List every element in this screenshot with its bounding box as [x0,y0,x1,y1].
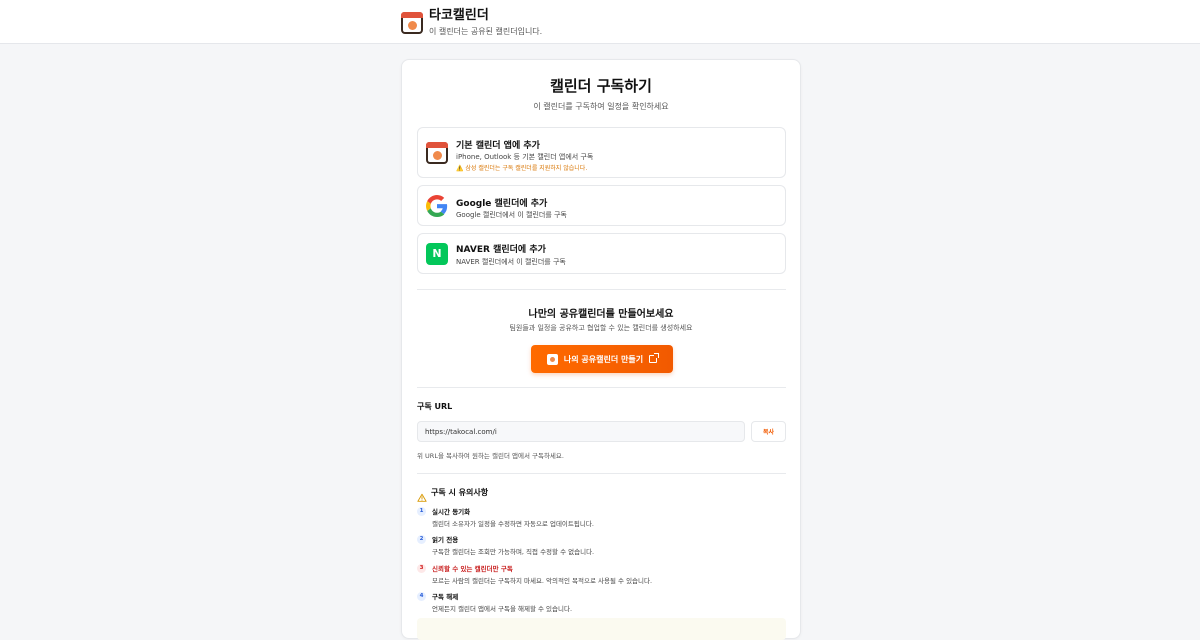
subscribe-card: 캘린더 구독하기 이 캘린더를 구독하여 일정을 확인하세요 기본 캘린더 앱에… [401,59,801,640]
note-title: 실시간 동기화 [432,508,471,516]
option-desc: NAVER 캘린더에서 이 캘린더를 구독 [456,258,566,266]
divider [417,289,786,290]
bottom-info-box [417,618,786,640]
naver-n-icon: N [426,243,448,265]
note-desc: 캘린더 소유자가 일정을 수정하면 자동으로 업데이트됩니다. [432,520,594,528]
subscribe-url-label: 구독 URL [417,402,453,411]
calendar-app-icon [426,142,448,164]
subscribe-url-input[interactable] [417,421,745,442]
note-title: 구독 해제 [432,593,459,601]
note-number: 2 [417,535,426,544]
note-desc: 모르는 사람의 캘린더는 구독하지 마세요. 악의적인 목적으로 사용될 수 있… [432,577,653,585]
option-title: Google 캘린더에 추가 [456,199,548,209]
option-title: NAVER 캘린더에 추가 [456,245,546,255]
samsung-warning: ⚠️ 삼성 캘린더는 구독 캘린더를 지원하지 않습니다. [456,165,588,172]
option-default-calendar[interactable]: 기본 캘린더 앱에 추가 iPhone, Outlook 등 기본 캘린더 앱에… [417,127,786,178]
create-calendar-subtitle: 팀원들과 일정을 공유하고 협업할 수 있는 캘린더를 생성하세요 [509,324,693,332]
calendar-logo-icon [401,11,423,34]
note-number: 3 [417,564,426,573]
card-title: 캘린더 구독하기 [550,77,652,95]
url-help-text: 위 URL을 복사하여 원하는 캘린더 앱에서 구독하세요. [417,452,564,460]
divider [417,473,786,474]
external-link-icon [649,353,660,363]
note-number: 1 [417,507,426,516]
calendar-icon [546,353,558,365]
notes-header: 구독 시 유의사항 [417,487,489,502]
warning-triangle-icon [417,488,427,502]
copy-button[interactable]: 복사 [751,421,786,442]
create-my-calendar-button[interactable]: 나의 공유캘린더 만들기 [531,345,673,373]
note-desc: 언제든지 캘린더 앱에서 구독을 해제할 수 있습니다. [432,605,573,613]
shared-calendar-notice: 이 캘린더는 공유된 캘린더입니다. [429,27,543,36]
divider [417,387,786,388]
create-my-calendar-label: 나의 공유캘린더 만들기 [563,354,644,364]
note-desc: 구독한 캘린더는 조회만 가능하며, 직접 수정할 수 없습니다. [432,548,595,556]
note-title: 신뢰할 수 있는 캘린더만 구독 [432,565,513,573]
note-number: 4 [417,592,426,601]
option-title: 기본 캘린더 앱에 추가 [456,141,540,151]
top-header: 타코캘린더 이 캘린더는 공유된 캘린더입니다. [0,0,1200,44]
google-g-icon [426,195,448,217]
create-calendar-heading: 나만의 공유캘린더를 만들어보세요 [528,309,674,320]
option-naver-calendar[interactable]: N NAVER 캘린더에 추가 NAVER 캘린더에서 이 캘린더를 구독 [417,233,786,274]
brand[interactable]: 타코캘린더 이 캘린더는 공유된 캘린더입니다. [401,8,542,37]
option-desc: iPhone, Outlook 등 기본 캘린더 앱에서 구독 [456,153,594,161]
option-google-calendar[interactable]: Google 캘린더에 추가 Google 캘린더에서 이 캘린더를 구독 [417,185,786,226]
app-title: 타코캘린더 [429,8,489,23]
card-subtitle: 이 캘린더를 구독하여 일정을 확인하세요 [533,102,669,111]
note-title: 읽기 전용 [432,536,459,544]
option-desc: Google 캘린더에서 이 캘린더를 구독 [456,211,567,219]
notes-title: 구독 시 유의사항 [431,488,489,497]
